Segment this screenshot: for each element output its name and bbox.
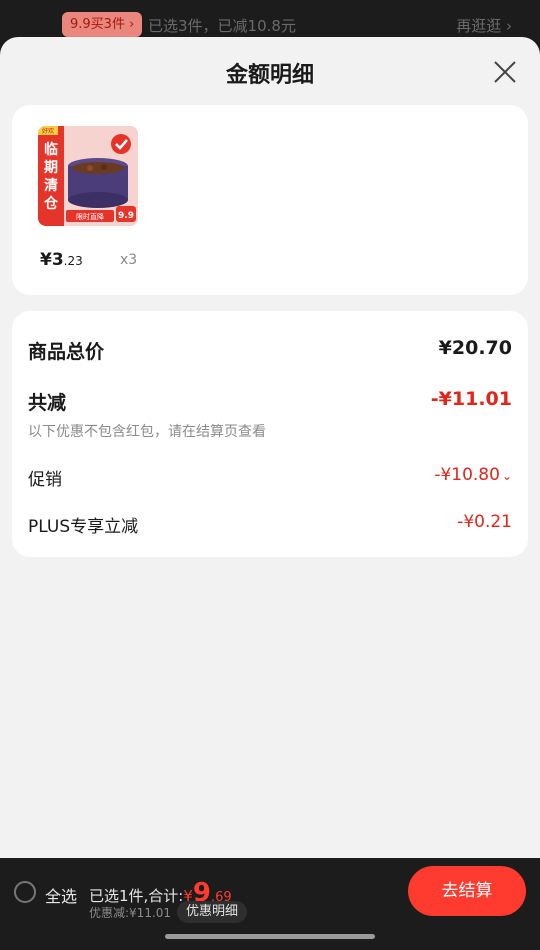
item-quantity: x3: [120, 252, 138, 268]
product-card: 好欢 临 期 清 仓 限时直降 9.9 ¥3.23 x3: [12, 105, 528, 295]
checkout-button[interactable]: 去结算: [408, 866, 526, 916]
browse-more-link[interactable]: 再逛逛 ›: [456, 15, 512, 36]
product-image: 好欢 临 期 清 仓 限时直降 9.9: [38, 126, 138, 226]
svg-text:清: 清: [44, 177, 58, 194]
saved-amount: 优惠减:¥11.01: [89, 906, 172, 920]
home-indicator: [165, 934, 375, 939]
sheet-title: 金额明细: [225, 63, 314, 88]
plus-discount-value: -¥0.21: [457, 512, 512, 532]
promo-chip[interactable]: 9.9买3件 ›: [62, 12, 143, 37]
chevron-down-icon: ⌄: [501, 469, 512, 483]
close-button[interactable]: [492, 59, 518, 85]
select-all-label[interactable]: 全选: [45, 883, 77, 907]
svg-text:好欢: 好欢: [42, 127, 54, 135]
discount-detail-button[interactable]: 优惠明细: [177, 901, 248, 923]
svg-text:仓: 仓: [43, 195, 59, 212]
item-price-decimal: .23: [63, 254, 83, 268]
total-reduction-value: -¥11.01: [430, 388, 512, 410]
plus-discount-label: PLUS专享立减: [28, 517, 139, 537]
svg-text:临: 临: [44, 141, 58, 158]
total-price-value: ¥20.70: [438, 337, 512, 359]
promo-chip-label: 9.9买3件: [70, 17, 125, 32]
close-icon: [494, 61, 516, 83]
amount-detail-sheet: 金额明细 好欢 临 期 清 仓 限时直降 9.9 ¥3.23 x3 商品总价 ¥…: [0, 37, 540, 858]
checkout-bar: 全选 已选1件,合计:¥9.69 优惠减:¥11.01 优惠明细 去结算: [0, 858, 540, 950]
selected-summary: 已选3件，已减10.8元: [148, 17, 296, 35]
reduction-note: 以下优惠不包含红包，请在结算页查看: [28, 424, 266, 440]
total-price-label: 商品总价: [28, 341, 105, 363]
total-reduction-label: 共减: [28, 392, 67, 414]
summary-text: 已选1件,合计:: [89, 887, 184, 905]
item-price-int: ¥3: [40, 250, 64, 270]
svg-text:限时直降: 限时直降: [76, 212, 104, 221]
product-thumbnail[interactable]: 好欢 临 期 清 仓 限时直降 9.9: [38, 126, 138, 226]
select-all-radio[interactable]: [14, 881, 36, 903]
svg-text:期: 期: [44, 160, 58, 176]
promotion-value: -¥10.80: [434, 465, 500, 485]
amount-detail-card: 商品总价 ¥20.70 共减 -¥11.01 以下优惠不包含红包，请在结算页查看…: [12, 311, 528, 557]
chevron-right-icon: ›: [129, 17, 135, 32]
promotion-label: 促销: [28, 470, 62, 490]
promotion-row-toggle[interactable]: -¥10.80 ⌄: [434, 465, 512, 485]
svg-text:9.9: 9.9: [118, 211, 134, 221]
item-unit-price: ¥3.23: [40, 250, 83, 270]
